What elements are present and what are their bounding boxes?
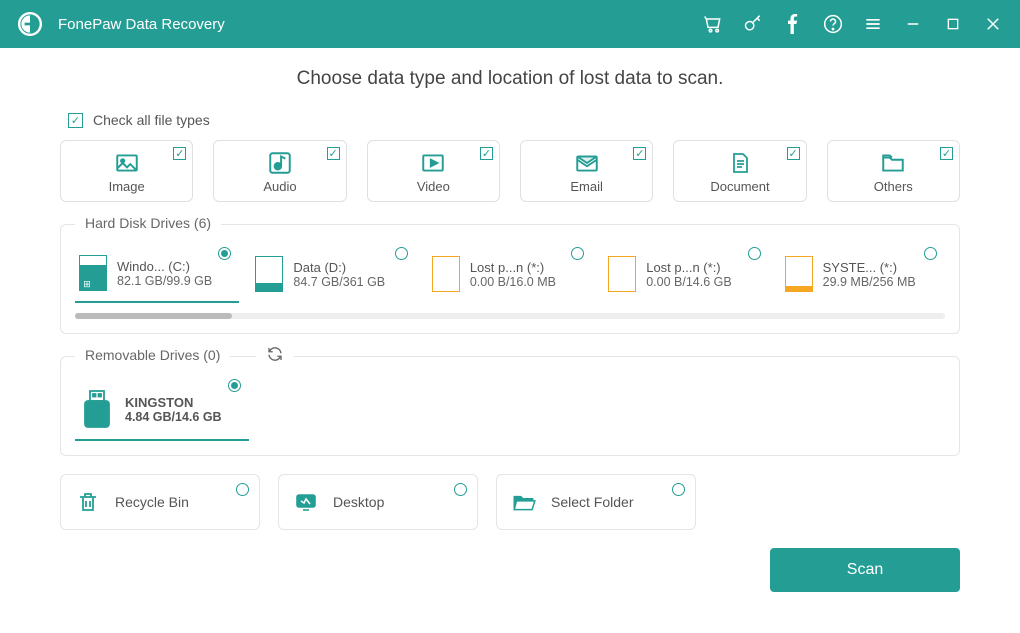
filetype-check-icon: ✓ (173, 147, 186, 160)
drive-radio[interactable] (924, 247, 937, 260)
refresh-button[interactable] (256, 345, 294, 368)
drive-icon (785, 256, 813, 292)
filetype-video[interactable]: ✓ Video (367, 140, 500, 202)
app-logo-icon (16, 10, 44, 38)
drive-name: Windo... (C:) (117, 259, 212, 274)
hard-disk-title: Hard Disk Drives (6) (75, 215, 221, 231)
drive-c[interactable]: ⊞ Windo... (C:) 82.1 GB/99.9 GB (75, 251, 239, 303)
drive-radio[interactable] (218, 247, 231, 260)
check-all-checkbox[interactable]: ✓ (68, 113, 83, 128)
drive-size: 84.7 GB/361 GB (293, 275, 385, 289)
filetype-email[interactable]: ✓ Email (520, 140, 653, 202)
app-title: FonePaw Data Recovery (58, 16, 225, 33)
removable-title: Removable Drives (0) (75, 347, 230, 363)
drive-size: 0.00 B/14.6 GB (646, 275, 731, 289)
filetype-check-icon: ✓ (633, 147, 646, 160)
folder-icon (880, 149, 906, 177)
extra-locations: Recycle Bin Desktop Select Folder (60, 474, 960, 530)
desktop-card[interactable]: Desktop (278, 474, 478, 530)
facebook-icon[interactable] (782, 13, 804, 35)
filetype-label: Video (417, 179, 450, 194)
windows-badge-icon: ⊞ (82, 279, 92, 289)
filetype-check-icon: ✓ (327, 147, 340, 160)
desktop-icon (293, 489, 319, 515)
drive-name: KINGSTON (125, 395, 222, 410)
drive-radio[interactable] (236, 483, 249, 496)
filetype-document[interactable]: ✓ Document (673, 140, 806, 202)
drive-icon (432, 256, 460, 292)
drive-name: SYSTE... (*:) (823, 260, 916, 275)
drive-icon (255, 256, 283, 292)
drive-d[interactable]: Data (D:) 84.7 GB/361 GB (251, 251, 415, 303)
titlebar: FonePaw Data Recovery (0, 0, 1020, 48)
drive-icon (608, 256, 636, 292)
drive-radio[interactable] (228, 379, 241, 392)
filetype-label: Document (710, 179, 769, 194)
filetype-row: ✓ Image ✓ Audio ✓ Video ✓ Email (60, 140, 960, 202)
filetype-audio[interactable]: ✓ Audio (213, 140, 346, 202)
check-all-label: Check all file types (93, 112, 210, 128)
cart-icon[interactable] (702, 13, 724, 35)
menu-icon[interactable] (862, 13, 884, 35)
filetype-label: Email (570, 179, 603, 194)
hard-disk-section: Hard Disk Drives (6) ⊞ Windo... (C:) 82.… (60, 224, 960, 334)
filetype-others[interactable]: ✓ Others (827, 140, 960, 202)
trash-icon (75, 489, 101, 515)
extra-label: Recycle Bin (115, 494, 189, 510)
removable-kingston[interactable]: KINGSTON 4.84 GB/14.6 GB (75, 383, 249, 441)
drive-size: 29.9 MB/256 MB (823, 275, 916, 289)
drive-scrollbar[interactable] (75, 313, 945, 319)
drive-size: 4.84 GB/14.6 GB (125, 410, 222, 424)
drive-radio[interactable] (454, 483, 467, 496)
main-content: Choose data type and location of lost da… (0, 48, 1020, 608)
drive-name: Lost p...n (*:) (646, 260, 731, 275)
filetype-check-icon: ✓ (940, 147, 953, 160)
drive-radio[interactable] (672, 483, 685, 496)
drive-size: 82.1 GB/99.9 GB (117, 274, 212, 288)
drive-radio[interactable] (571, 247, 584, 260)
check-all-row[interactable]: ✓ Check all file types (68, 112, 960, 128)
email-icon (574, 149, 600, 177)
drive-name: Lost p...n (*:) (470, 260, 556, 275)
scan-button[interactable]: Scan (770, 548, 960, 592)
extra-label: Desktop (333, 494, 384, 510)
drive-lost-1[interactable]: Lost p...n (*:) 0.00 B/16.0 MB (428, 251, 592, 303)
maximize-icon[interactable] (942, 13, 964, 35)
drive-radio[interactable] (395, 247, 408, 260)
document-icon (728, 149, 752, 177)
page-heading: Choose data type and location of lost da… (60, 68, 960, 90)
extra-label: Select Folder (551, 494, 633, 510)
drive-lost-2[interactable]: Lost p...n (*:) 0.00 B/14.6 GB (604, 251, 768, 303)
drive-system[interactable]: SYSTE... (*:) 29.9 MB/256 MB (781, 251, 945, 303)
footer: Scan (60, 548, 960, 592)
drive-radio[interactable] (748, 247, 761, 260)
folder-open-icon (511, 489, 537, 515)
audio-icon (267, 149, 293, 177)
close-icon[interactable] (982, 13, 1004, 35)
refresh-icon (266, 345, 284, 363)
drive-name: Data (D:) (293, 260, 385, 275)
image-icon (114, 149, 140, 177)
filetype-label: Image (109, 179, 145, 194)
drive-size: 0.00 B/16.0 MB (470, 275, 556, 289)
filetype-check-icon: ✓ (787, 147, 800, 160)
select-folder-card[interactable]: Select Folder (496, 474, 696, 530)
filetype-check-icon: ✓ (480, 147, 493, 160)
removable-section: Removable Drives (0) KINGSTON 4.84 GB/14 (60, 356, 960, 456)
minimize-icon[interactable] (902, 13, 924, 35)
filetype-label: Others (874, 179, 913, 194)
filetype-image[interactable]: ✓ Image (60, 140, 193, 202)
video-icon (420, 149, 446, 177)
key-icon[interactable] (742, 13, 764, 35)
recycle-bin-card[interactable]: Recycle Bin (60, 474, 260, 530)
drive-icon: ⊞ (79, 255, 107, 291)
usb-icon (79, 389, 115, 429)
help-icon[interactable] (822, 13, 844, 35)
filetype-label: Audio (263, 179, 296, 194)
